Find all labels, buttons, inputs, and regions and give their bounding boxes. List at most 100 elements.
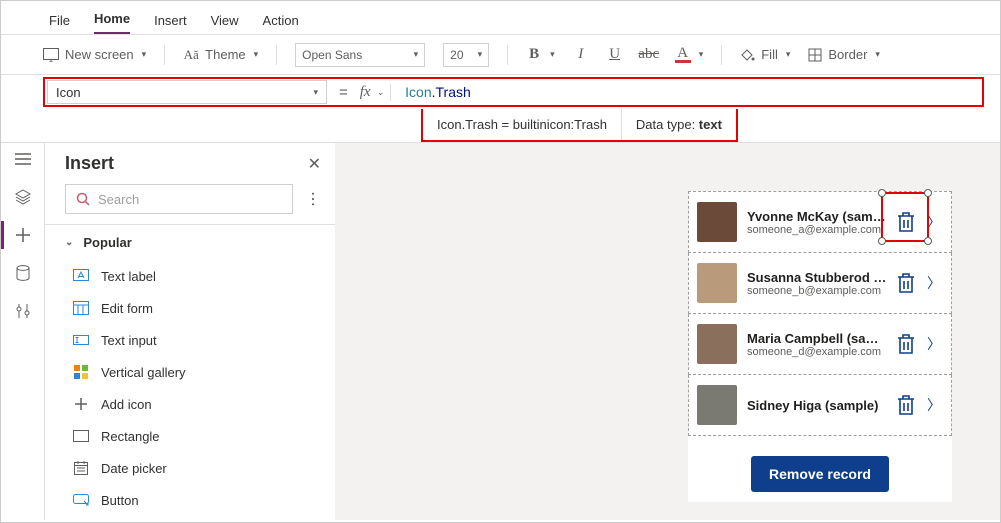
gallery-item[interactable]: Yvonne McKay (sample)someone_a@example.c… (688, 191, 952, 253)
divider (276, 45, 277, 65)
strikethrough-button[interactable]: abc (641, 47, 657, 63)
main-area: Insert ✕ Search ⋯ ⌄ Popular Text label Ed… (1, 143, 1000, 520)
menubar-tab-file[interactable]: File (49, 13, 70, 34)
insert-item-add-icon[interactable]: Add icon (45, 388, 335, 420)
trash-icon[interactable] (897, 273, 915, 293)
font-color-icon: A (675, 47, 691, 63)
edit-form-icon (73, 300, 89, 316)
bold-icon: B (526, 47, 542, 63)
menubar-tab-home[interactable]: Home (94, 11, 130, 34)
chevron-down-icon: ⌄ (65, 237, 73, 248)
text-label-icon (73, 268, 89, 284)
more-options-button[interactable]: ⋯ (303, 191, 323, 207)
gallery: Yvonne McKay (sample)someone_a@example.c… (688, 191, 952, 502)
insert-item-text-label[interactable]: Text label (45, 260, 335, 292)
layers-icon[interactable] (13, 187, 33, 207)
tools-icon[interactable] (13, 301, 33, 321)
panel-title: Insert (65, 153, 114, 174)
insert-item-button[interactable]: Button (45, 484, 335, 516)
search-icon (76, 192, 90, 206)
intellisense-row: Icon.Trash = builtinicon:Trash Data type… (1, 109, 1000, 142)
gallery-item[interactable]: Sidney Higa (sample)〉 (688, 375, 952, 436)
equals-sign: = (337, 84, 350, 101)
tree-view-icon[interactable] (13, 149, 33, 169)
record-info: Yvonne McKay (sample)someone_a@example.c… (747, 209, 887, 236)
underline-button[interactable]: U (607, 47, 623, 63)
insert-item-date-picker[interactable]: Date picker (45, 452, 335, 484)
chevron-down-icon: ▾ (254, 49, 259, 60)
chevron-down-icon: ▾ (142, 49, 147, 60)
border-label: Border (828, 47, 867, 62)
formula-token-type: Icon (405, 84, 431, 100)
highlight-box: Icon ▾ = fx ⌄ Icon.Trash (43, 77, 984, 107)
property-select[interactable]: Icon ▾ (47, 80, 327, 104)
data-icon[interactable] (13, 263, 33, 283)
insert-item-label: Text label (101, 269, 156, 284)
menubar-tab-insert[interactable]: Insert (154, 13, 187, 34)
chevron-down-icon: ⌄ (377, 87, 385, 98)
insert-item-edit-form[interactable]: Edit form (45, 292, 335, 324)
intellisense-hint: Icon.Trash = builtinicon:Trash Data type… (421, 109, 738, 142)
insert-panel: Insert ✕ Search ⋯ ⌄ Popular Text label Ed… (45, 143, 335, 520)
strikethrough-icon: abc (641, 47, 657, 63)
fx-button[interactable]: fx ⌄ (360, 84, 391, 101)
formula-bar: Icon ▾ = fx ⌄ Icon.Trash (1, 75, 1000, 109)
insert-item-text-input[interactable]: Text input (45, 324, 335, 356)
underline-icon: U (607, 47, 623, 63)
record-info: Maria Campbell (sample)someone_d@example… (747, 331, 887, 358)
insert-item-rectangle[interactable]: Rectangle (45, 420, 335, 452)
border-button[interactable]: Border ▾ (808, 47, 880, 62)
theme-icon: Aă (183, 47, 199, 63)
new-screen-button[interactable]: New screen ▾ (43, 47, 146, 62)
new-screen-label: New screen (65, 47, 134, 62)
chevron-right-icon[interactable]: 〉 (925, 334, 941, 354)
formula-input[interactable]: Icon.Trash (401, 84, 980, 101)
property-value: Icon (56, 85, 81, 100)
insert-item-label: Rectangle (101, 429, 160, 444)
record-email: someone_a@example.com (747, 224, 887, 236)
search-input[interactable]: Search (65, 184, 293, 214)
font-color-button[interactable]: A▾ (675, 47, 704, 63)
insert-tree: ⌄ Popular Text label Edit form Text input V… (45, 224, 335, 516)
chevron-down-icon: ▾ (786, 49, 791, 60)
vertical-gallery-icon (73, 364, 89, 380)
trash-icon[interactable] (897, 212, 915, 232)
record-name: Susanna Stubberod (sample) (747, 270, 887, 285)
insert-item-label: Edit form (101, 301, 153, 316)
remove-record-button[interactable]: Remove record (751, 456, 889, 492)
chevron-right-icon[interactable]: 〉 (925, 212, 941, 232)
date-picker-icon (73, 460, 89, 476)
insert-rail-icon[interactable] (13, 225, 33, 245)
record-email: someone_b@example.com (747, 285, 887, 297)
fill-label: Fill (761, 47, 778, 62)
bold-button[interactable]: B▾ (526, 47, 555, 63)
hint-expression: Icon.Trash = builtinicon:Trash (423, 109, 622, 140)
theme-button[interactable]: Aă Theme ▾ (183, 47, 258, 63)
font-size-select[interactable]: 20 ▾ (443, 43, 489, 67)
menubar-tab-action[interactable]: Action (263, 13, 299, 34)
chevron-down-icon: ▾ (550, 49, 555, 60)
gallery-item[interactable]: Susanna Stubberod (sample)someone_b@exam… (688, 253, 952, 314)
canvas[interactable]: Yvonne McKay (sample)someone_a@example.c… (335, 143, 1000, 520)
theme-label: Theme (205, 47, 245, 62)
trash-icon[interactable] (897, 334, 915, 354)
chevron-down-icon: ▾ (313, 87, 318, 98)
close-panel-button[interactable]: ✕ (308, 154, 321, 174)
chevron-right-icon[interactable]: 〉 (925, 395, 941, 415)
group-label: Popular (83, 235, 131, 250)
insert-item-label: Text input (101, 333, 157, 348)
italic-button[interactable]: I (573, 47, 589, 63)
chevron-right-icon[interactable]: 〉 (925, 273, 941, 293)
trash-icon[interactable] (897, 395, 915, 415)
gallery-item[interactable]: Maria Campbell (sample)someone_d@example… (688, 314, 952, 375)
font-family-select[interactable]: Open Sans ▾ (295, 43, 425, 67)
plus-icon (73, 396, 89, 412)
insert-item-vertical-gallery[interactable]: Vertical gallery (45, 356, 335, 388)
group-header-popular[interactable]: ⌄ Popular (45, 225, 335, 260)
ribbon: New screen ▾ Aă Theme ▾ Open Sans ▾ 20 ▾… (1, 35, 1000, 75)
menubar: File Home Insert View Action (1, 1, 1000, 35)
fill-button[interactable]: Fill ▾ (740, 47, 790, 62)
search-placeholder: Search (98, 192, 139, 207)
hint-datatype-value: text (699, 117, 722, 132)
menubar-tab-view[interactable]: View (211, 13, 239, 34)
